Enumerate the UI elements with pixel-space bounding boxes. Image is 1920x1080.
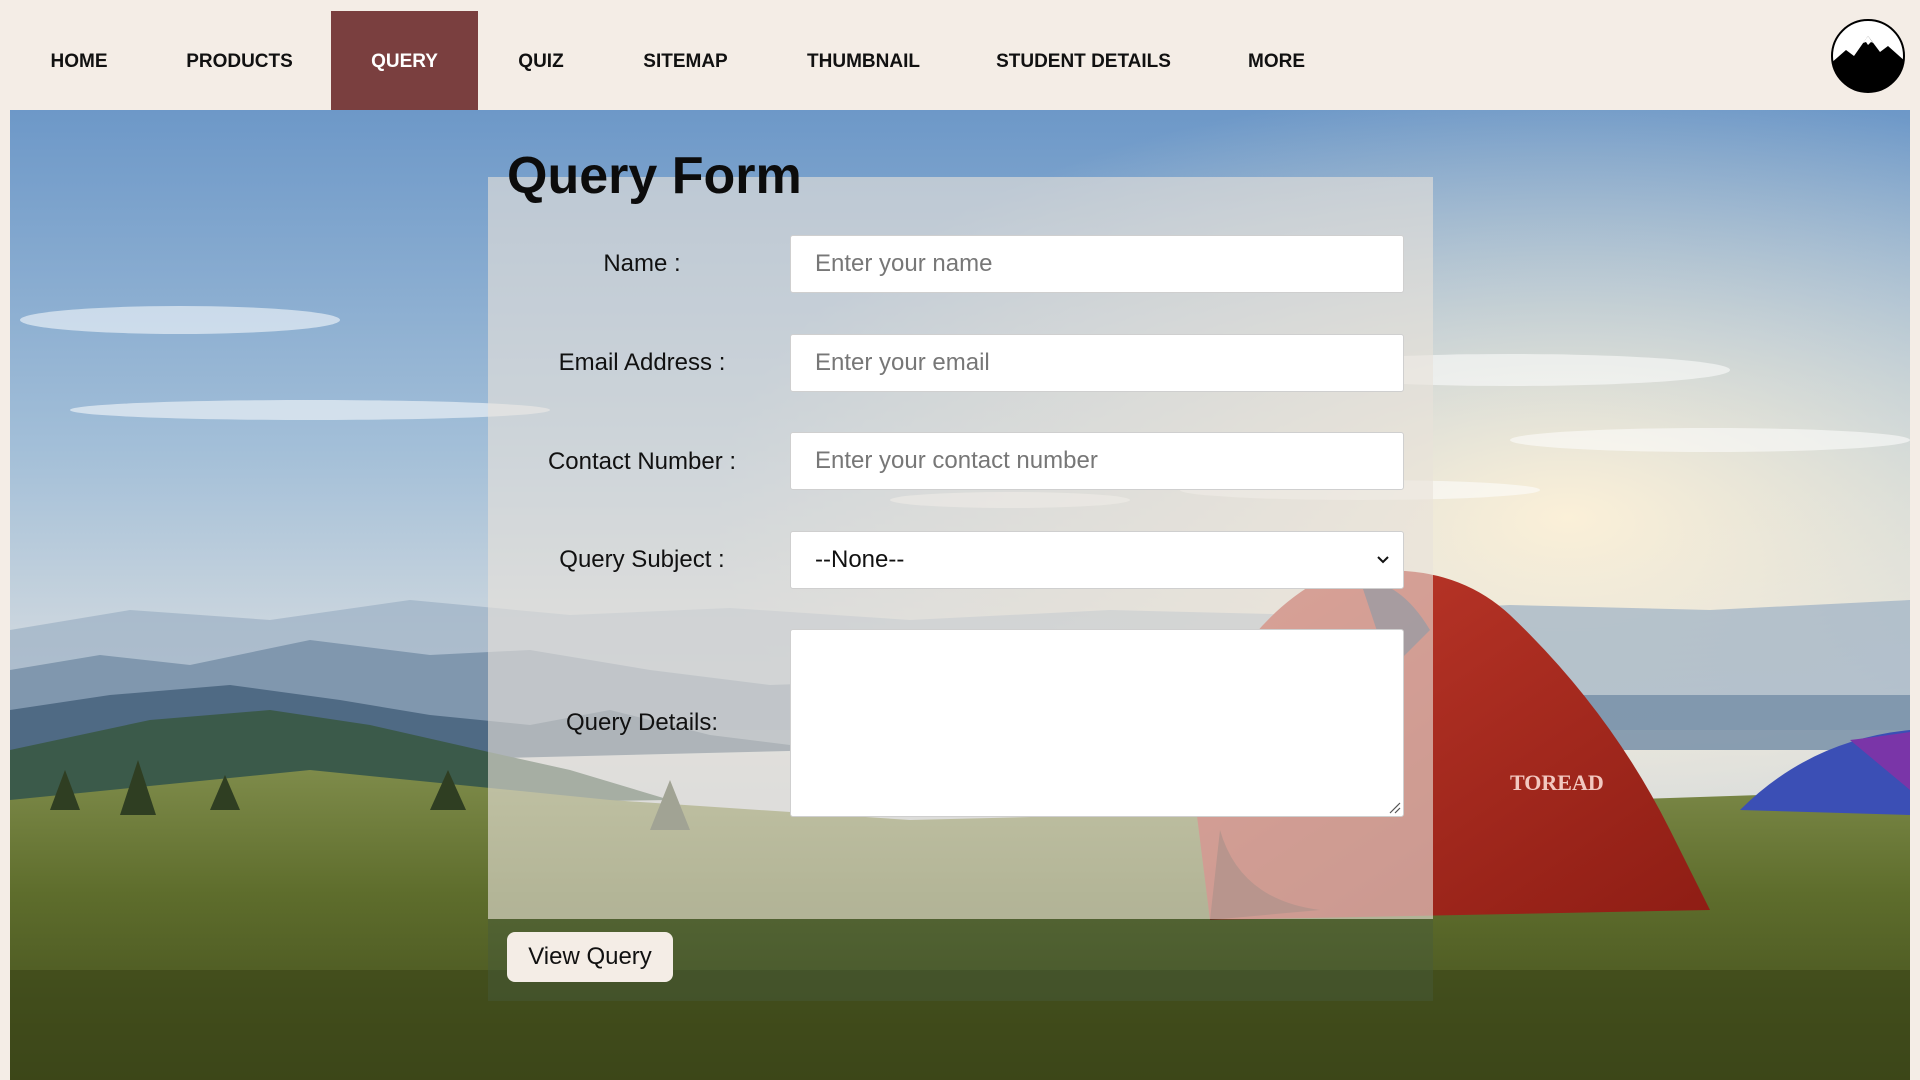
details-label: Query Details: — [565, 709, 719, 736]
nav-item-more[interactable]: MORE — [1207, 11, 1346, 113]
subject-select[interactable]: --None-- — [790, 531, 1404, 589]
subject-label: Query Subject : — [559, 546, 725, 573]
mountain-logo-icon[interactable] — [1830, 18, 1906, 94]
nav-menu: HOME PRODUCTS QUERY QUIZ SITEMAP THUMBNA… — [10, 11, 1346, 113]
nav-item-home[interactable]: HOME — [10, 11, 148, 113]
contact-label: Contact Number : — [547, 448, 737, 475]
nav-item-query[interactable]: QUERY — [331, 11, 478, 113]
email-label: Email Address : — [558, 349, 726, 376]
nav-item-thumbnail[interactable]: THUMBNAIL — [767, 11, 960, 113]
details-textarea[interactable] — [790, 629, 1404, 817]
nav-item-quiz[interactable]: QUIZ — [478, 11, 604, 113]
nav-item-sitemap[interactable]: SITEMAP — [604, 11, 767, 113]
subject-select-value: --None-- — [815, 546, 905, 573]
form-title: Query Form — [507, 147, 802, 205]
name-input[interactable] — [790, 235, 1404, 293]
nav-item-student-details[interactable]: STUDENT DETAILS — [960, 11, 1207, 113]
name-label: Name : — [603, 250, 681, 277]
email-input[interactable] — [790, 334, 1404, 392]
view-query-button[interactable]: View Query — [507, 932, 673, 982]
chevron-down-icon — [1377, 556, 1389, 564]
contact-input[interactable] — [790, 432, 1404, 490]
resize-grip-icon[interactable] — [1385, 798, 1401, 814]
tent-brand-text: TOREAD — [1510, 770, 1604, 795]
navbar: HOME PRODUCTS QUERY QUIZ SITEMAP THUMBNA… — [0, 0, 1920, 113]
nav-item-products[interactable]: PRODUCTS — [148, 11, 331, 113]
